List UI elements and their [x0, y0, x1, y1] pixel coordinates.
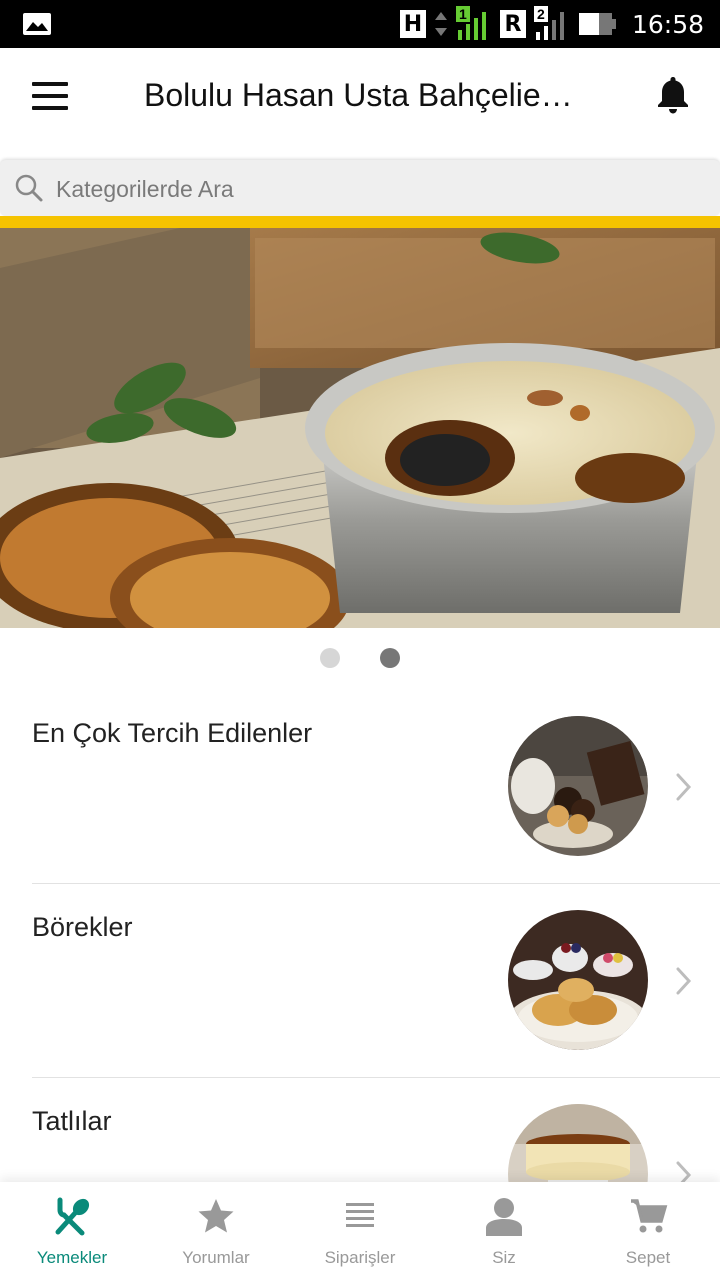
category-row[interactable]: En Çok Tercih Edilenler	[0, 694, 720, 888]
category-label: Tatlılar	[32, 1106, 112, 1136]
accent-divider	[0, 216, 720, 228]
chevron-right-icon	[676, 773, 692, 801]
battery-icon	[578, 13, 616, 35]
nav-label: Siz	[492, 1248, 516, 1267]
app-header: Bolulu Hasan Usta Bahçelievler	[0, 48, 720, 160]
carousel-dot-2[interactable]	[380, 648, 400, 668]
data-arrows-icon	[434, 12, 447, 36]
nav-label: Siparişler	[324, 1248, 396, 1267]
nav-tab-yorumlar[interactable]: Yorumlar	[144, 1182, 288, 1280]
hamburger-menu-icon[interactable]	[32, 82, 68, 110]
category-thumbnail	[508, 910, 648, 1050]
chevron-right-icon	[676, 967, 692, 995]
list-icon	[346, 1203, 374, 1227]
bottom-navigation: Yemekler Yorumlar Siparişler Siz Sepet	[0, 1182, 720, 1280]
search-icon	[15, 174, 43, 202]
nav-tab-sepet[interactable]: Sepet	[576, 1182, 720, 1280]
nav-tab-yemekler[interactable]: Yemekler	[0, 1182, 144, 1280]
gallery-notification-icon	[22, 12, 52, 41]
network-type-h: H	[399, 10, 426, 38]
divider	[32, 883, 720, 884]
carousel-indicator	[0, 648, 720, 668]
signal-sim1-icon: 1	[455, 6, 492, 42]
category-label: En Çok Tercih Edilenler	[32, 718, 313, 748]
search-input[interactable]	[54, 170, 678, 208]
page-title: Bolulu Hasan Usta Bahçelievler	[144, 77, 574, 113]
person-icon	[486, 1198, 522, 1236]
cart-icon	[631, 1199, 668, 1233]
category-label: Börekler	[32, 912, 133, 942]
signal-sim2-icon: 2	[533, 6, 570, 42]
roaming-indicator: R	[499, 10, 526, 38]
notification-bell-icon[interactable]	[654, 74, 692, 116]
category-thumbnail	[508, 716, 648, 856]
utensils-icon	[55, 1197, 90, 1236]
status-bar: H 1 R 2 16:58	[0, 0, 720, 48]
search-bar[interactable]	[0, 160, 720, 216]
nav-tab-siparisler[interactable]: Siparişler	[288, 1182, 432, 1280]
promo-banner-image[interactable]	[0, 228, 720, 628]
divider	[32, 1077, 720, 1078]
clock: 16:58	[631, 9, 704, 39]
nav-label: Yorumlar	[182, 1248, 250, 1267]
category-row[interactable]: Börekler	[0, 888, 720, 1082]
nav-tab-siz[interactable]: Siz	[432, 1182, 576, 1280]
nav-label: Yemekler	[36, 1248, 108, 1267]
star-icon	[198, 1199, 234, 1233]
nav-label: Sepet	[625, 1248, 671, 1267]
carousel-dot-1[interactable]	[320, 648, 340, 668]
